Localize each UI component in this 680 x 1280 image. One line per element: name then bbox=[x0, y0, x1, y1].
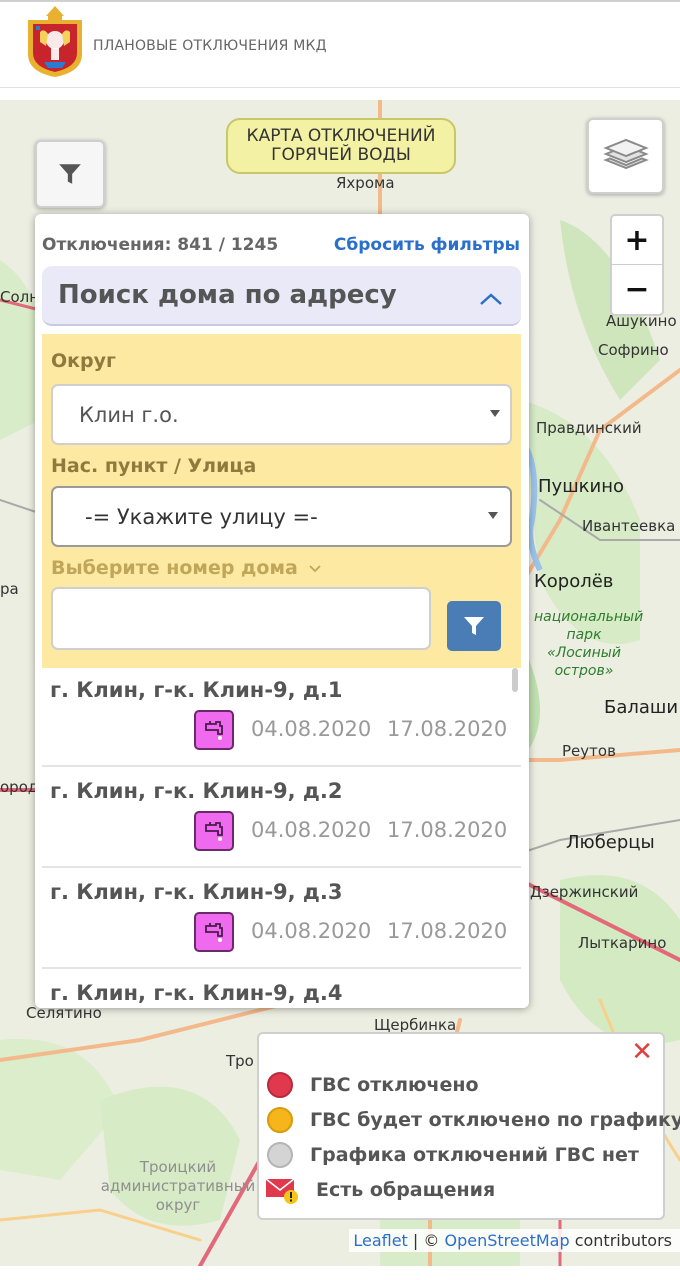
filter-toggle-button[interactable] bbox=[35, 140, 105, 208]
page-title: ПЛАНОВЫЕ ОТКЛЮЧЕНИЯ МКД bbox=[93, 38, 327, 54]
place-label: Ивантеевка bbox=[582, 517, 676, 535]
complaint-envelope-icon bbox=[265, 1178, 298, 1204]
place-label: Яхрома bbox=[336, 174, 395, 192]
filter-icon bbox=[464, 617, 484, 635]
outage-end-date: 17.08.2020 bbox=[387, 919, 508, 943]
place-label: Люберцы bbox=[566, 832, 655, 853]
chevron-up-icon[interactable] bbox=[479, 292, 503, 306]
red-dot-icon bbox=[267, 1072, 293, 1098]
chevron-down-icon bbox=[309, 565, 322, 573]
osm-link[interactable]: OpenStreetMap bbox=[444, 1231, 569, 1250]
results-list: г. Клин, г-к. Клин-9, д.1 04.08.2020 17.… bbox=[42, 666, 521, 1008]
house-number-label-text: Выберите номер дома bbox=[51, 557, 298, 579]
street-select[interactable]: -= Укажите улицу =- bbox=[51, 486, 512, 547]
close-icon[interactable]: ✕ bbox=[631, 1039, 653, 1065]
legend-label: ГВС будет отключено по графику bbox=[310, 1109, 680, 1131]
list-item[interactable]: г. Клин, г-к. Клин-9, д.3 04.08.2020 17.… bbox=[42, 868, 521, 969]
place-label: Правдинский bbox=[536, 419, 642, 437]
result-address: г. Клин, г-к. Клин-9, д.4 bbox=[50, 981, 343, 1005]
place-label: Королёв bbox=[534, 571, 614, 592]
zoom-control: + − bbox=[610, 214, 664, 316]
district-label: Округ bbox=[51, 350, 116, 372]
place-label: Лыткарино bbox=[578, 934, 667, 952]
result-address: г. Клин, г-к. Клин-9, д.3 bbox=[50, 880, 343, 904]
result-address: г. Клин, г-к. Клин-9, д.1 bbox=[50, 678, 343, 702]
filter-form: Округ Клин г.о. Нас. пункт / Улица -= Ук… bbox=[42, 334, 521, 668]
layers-button[interactable] bbox=[587, 118, 664, 194]
search-section-title: Поиск дома по адресу bbox=[58, 280, 397, 310]
place-label: Реутов bbox=[562, 742, 616, 760]
legend-label: Графика отключений ГВС нет bbox=[310, 1144, 639, 1166]
search-section-header[interactable]: Поиск дома по адресу bbox=[42, 266, 521, 326]
outage-end-date: 17.08.2020 bbox=[387, 717, 508, 741]
attribution-separator: | © bbox=[407, 1231, 445, 1250]
yellow-dot-icon bbox=[267, 1107, 293, 1133]
house-number-input[interactable] bbox=[51, 587, 431, 650]
place-label: ород bbox=[0, 778, 39, 796]
map-title-line2: ГОРЯЧЕЙ ВОДЫ bbox=[271, 145, 411, 165]
moscow-region-coat-of-arms-icon[interactable] bbox=[24, 2, 86, 78]
district-select[interactable]: Клин г.о. bbox=[51, 384, 512, 445]
dropdown-arrow-icon bbox=[490, 410, 500, 417]
app-header: ПЛАНОВЫЕ ОТКЛЮЧЕНИЯ МКД bbox=[0, 0, 680, 88]
outage-end-date: 17.08.2020 bbox=[387, 818, 508, 842]
map-title-badge: КАРТА ОТКЛЮЧЕНИЙ ГОРЯЧЕЙ ВОДЫ bbox=[226, 118, 456, 174]
place-label: ра bbox=[0, 580, 19, 598]
place-label: Дзержинский bbox=[530, 883, 639, 901]
filter-icon bbox=[59, 164, 81, 184]
street-label: Нас. пункт / Улица bbox=[51, 455, 257, 477]
legend-label: ГВС отключено bbox=[310, 1074, 479, 1096]
outage-start-date: 04.08.2020 bbox=[251, 818, 372, 842]
place-label: Троицкий административный округ bbox=[100, 1158, 256, 1214]
reset-filters-link[interactable]: Сбросить фильтры bbox=[334, 235, 520, 255]
hot-water-tap-icon bbox=[194, 912, 234, 952]
apply-filter-button[interactable] bbox=[447, 601, 501, 651]
map-title-line1: КАРТА ОТКЛЮЧЕНИЙ bbox=[246, 126, 436, 146]
outage-start-date: 04.08.2020 bbox=[251, 717, 372, 741]
zoom-out-button[interactable]: − bbox=[612, 265, 662, 314]
map-attribution: Leaflet | © OpenStreetMap contributors bbox=[349, 1229, 680, 1252]
place-label: Солн bbox=[0, 288, 40, 306]
layers-icon bbox=[602, 138, 649, 170]
list-item[interactable]: г. Клин, г-к. Клин-9, д.2 04.08.2020 17.… bbox=[42, 767, 521, 868]
top-divider bbox=[0, 0, 680, 2]
results-scrollbar[interactable] bbox=[512, 668, 518, 692]
outage-start-date: 04.08.2020 bbox=[251, 919, 372, 943]
hot-water-tap-icon bbox=[194, 811, 234, 851]
zoom-in-button[interactable]: + bbox=[612, 216, 662, 265]
leaflet-link[interactable]: Leaflet bbox=[353, 1231, 407, 1250]
legend-label: Есть обращения bbox=[316, 1179, 496, 1201]
place-label: Тро bbox=[226, 1052, 254, 1070]
attribution-contributors: contributors bbox=[569, 1231, 672, 1250]
place-label: национальный парк «Лосиный остров» bbox=[534, 609, 644, 679]
search-panel: Отключения: 841 / 1245 Сбросить фильтры … bbox=[35, 214, 529, 1008]
house-number-label[interactable]: Выберите номер дома bbox=[51, 557, 322, 579]
result-address: г. Клин, г-к. Клин-9, д.2 bbox=[50, 779, 343, 803]
gray-dot-icon bbox=[267, 1142, 293, 1168]
place-label: Балаши bbox=[604, 697, 679, 718]
outage-count: Отключения: 841 / 1245 bbox=[42, 235, 279, 255]
list-item[interactable]: г. Клин, г-к. Клин-9, д.4 bbox=[42, 969, 521, 1008]
dropdown-arrow-icon bbox=[488, 512, 498, 519]
map-legend: ✕ ГВС отключено ГВС будет отключено по г… bbox=[257, 1032, 680, 1220]
list-item[interactable]: г. Клин, г-к. Клин-9, д.1 04.08.2020 17.… bbox=[42, 666, 521, 767]
hot-water-tap-icon bbox=[194, 710, 234, 750]
place-label: Пушкино bbox=[538, 476, 625, 497]
district-value: Клин г.о. bbox=[79, 403, 179, 427]
place-label: Софрино bbox=[598, 341, 669, 359]
street-value: -= Укажите улицу =- bbox=[85, 505, 318, 529]
